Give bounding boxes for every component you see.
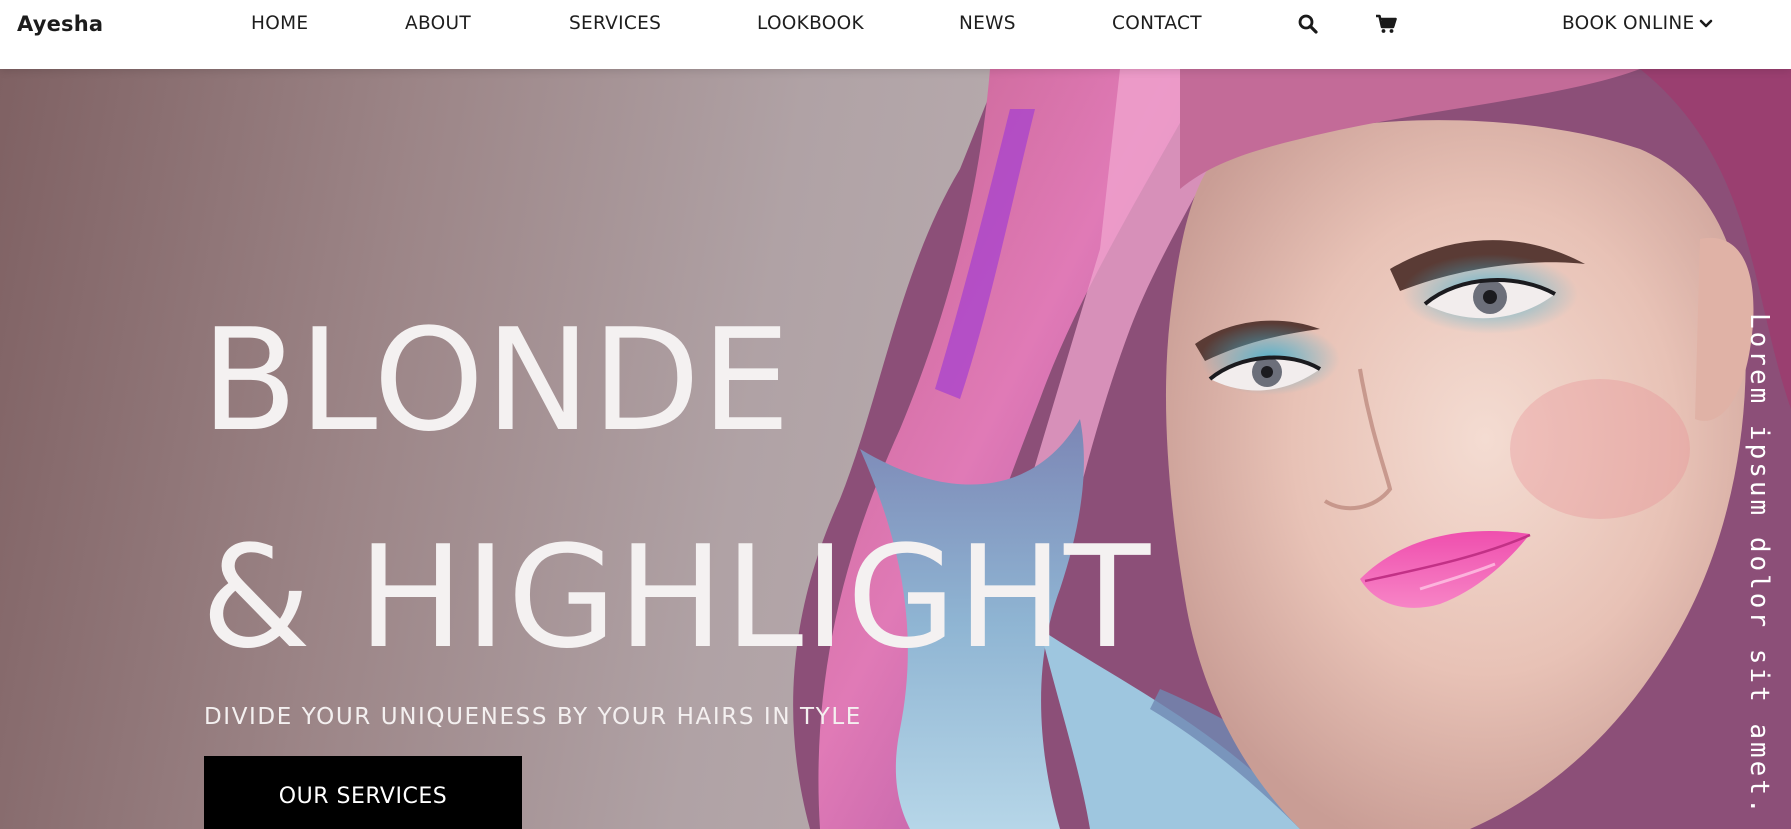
nav-about[interactable]: ABOUT bbox=[405, 13, 471, 34]
search-icon[interactable] bbox=[1295, 11, 1321, 37]
site-header: Ayesha HOME ABOUT SERVICES LOOKBOOK NEWS… bbox=[0, 0, 1791, 69]
nav-contact[interactable]: CONTACT bbox=[1112, 13, 1202, 34]
nav-home[interactable]: HOME bbox=[251, 13, 308, 34]
vertical-side-text: Lorem ipsum dolor sit amet. bbox=[1744, 313, 1774, 817]
nav-news[interactable]: NEWS bbox=[959, 13, 1016, 34]
hero-section: BLONDE & HIGHLIGHT DIVIDE YOUR UNIQUENES… bbox=[0, 69, 1791, 829]
cart-icon[interactable] bbox=[1373, 11, 1399, 37]
hero-headline-line2: & HIGHLIGHT bbox=[201, 516, 1152, 680]
nav-lookbook[interactable]: LOOKBOOK bbox=[757, 13, 864, 34]
book-online-label: BOOK ONLINE bbox=[1562, 13, 1695, 34]
chevron-down-icon bbox=[1699, 19, 1712, 28]
brand-logo[interactable]: Ayesha bbox=[17, 12, 103, 36]
book-online-menu[interactable]: BOOK ONLINE bbox=[1562, 13, 1713, 34]
nav-services[interactable]: SERVICES bbox=[569, 13, 661, 34]
hero-tagline: DIVIDE YOUR UNIQUENESS BY YOUR HAIRS IN … bbox=[204, 704, 862, 730]
our-services-button[interactable]: OUR SERVICES bbox=[204, 756, 522, 829]
hero-headline-line1: BLONDE bbox=[201, 299, 792, 463]
